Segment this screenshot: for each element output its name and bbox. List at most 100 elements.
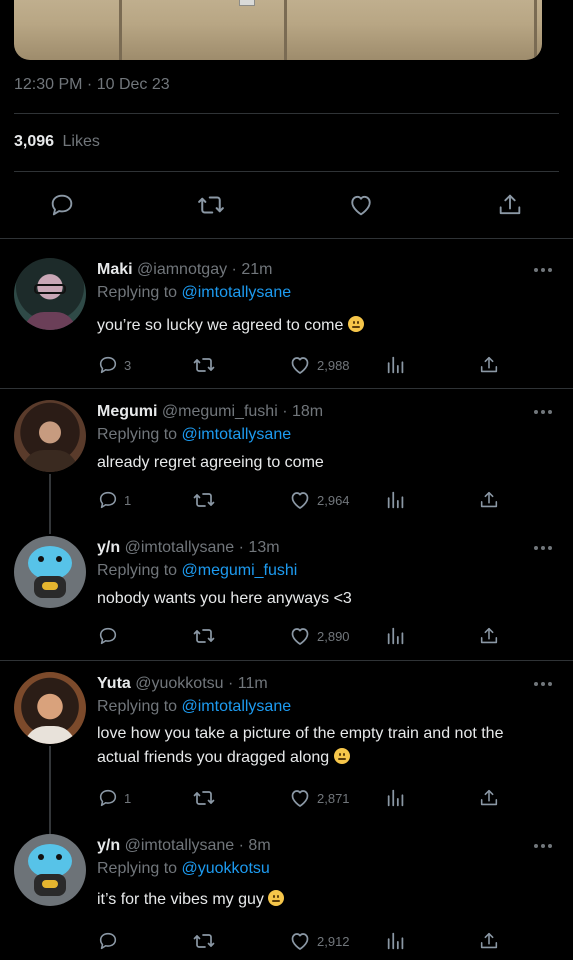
reply-button[interactable] [97,929,124,953]
share-button[interactable] [478,488,500,512]
like-button[interactable]: 2,890 [288,624,350,648]
divider [14,113,559,114]
more-options-icon[interactable] [533,679,553,689]
reply-icon[interactable] [47,190,77,220]
retweet-icon [193,791,215,805]
share-icon [480,356,498,373]
reply-author-meta: @yuokkotsu · 11m [135,675,268,692]
retweet-button[interactable] [192,624,216,648]
views-button[interactable] [385,929,407,953]
like-count: 2,912 [317,933,350,949]
like-button[interactable]: 2,912 [288,929,350,953]
reply-text: already regret agreeing to come [97,454,324,471]
retweet-icon [193,934,215,948]
reply-button[interactable]: 1 [97,488,131,512]
retweet-icon[interactable] [196,190,226,220]
more-options-icon[interactable] [533,265,553,275]
share-button[interactable] [478,353,500,377]
bar-chart-icon [387,789,404,807]
reply-tweet[interactable]: Megumi @megumi_fushi · 18m Replying to @… [0,388,573,534]
share-icon [480,932,498,949]
reply-button[interactable]: 3 [97,353,131,377]
replying-to-handle[interactable]: @imtotallysane [182,284,292,301]
avatar[interactable] [14,672,86,744]
more-options-icon[interactable] [533,407,553,417]
more-options-icon[interactable] [533,543,553,553]
retweet-icon [193,629,215,643]
like-button[interactable]: 2,871 [288,786,350,810]
avatar[interactable] [14,400,86,472]
replying-to-handle[interactable]: @imtotallysane [182,426,292,443]
tweet-media-image[interactable] [14,0,542,60]
replying-to-handle[interactable]: @megumi_fushi [182,562,298,579]
bar-chart-icon [387,932,404,950]
reply-icon [99,491,117,509]
like-count: 2,871 [317,790,350,806]
reply-count: 1 [124,790,132,806]
reply-author-name[interactable]: y/n [97,539,120,556]
reply-count: 1 [124,492,132,508]
avatar[interactable] [14,834,86,906]
views-button[interactable] [385,488,407,512]
reply-tweet[interactable]: Yuta @yuokkotsu · 11m Replying to @imtot… [0,660,573,836]
reply-text: you’re so lucky we agreed to come [97,317,344,334]
reply-tweet[interactable]: Maki @iamnotgay · 21m Replying to @imtot… [0,238,573,388]
share-icon [480,491,498,508]
like-count: 2,988 [317,357,350,373]
more-options-icon[interactable] [533,841,553,851]
retweet-button[interactable] [192,786,216,810]
divider [14,171,559,172]
heart-icon [291,357,309,374]
bar-chart-icon [387,356,404,374]
reply-tweet[interactable]: y/n @imtotallysane · 13m Replying to @me… [0,524,573,660]
views-button[interactable] [385,624,407,648]
reply-button[interactable] [97,624,124,648]
avatar[interactable] [14,258,86,330]
reply-author-meta: @imtotallysane · 13m [124,539,280,556]
share-icon [480,627,498,644]
unamused-face-emoji [268,890,285,906]
replying-to-label: Replying to [97,698,178,715]
reply-author-name[interactable]: Megumi [97,403,157,420]
views-button[interactable] [385,786,407,810]
reply-action-bar: 3 2,988 [97,353,573,377]
like-button[interactable]: 2,964 [288,488,350,512]
reply-icon [99,932,117,950]
reply-text: love how you take a picture of the empty… [97,725,504,766]
avatar[interactable] [14,536,86,608]
reply-button[interactable]: 1 [97,786,131,810]
likes-count-row[interactable]: 3,096 Likes [14,133,100,151]
heart-icon [291,933,309,950]
reply-author-meta: @iamnotgay · 21m [137,261,273,278]
bar-chart-icon [387,627,404,645]
reply-tweet[interactable]: y/n @imtotallysane · 8m Replying to @yuo… [0,822,573,960]
share-button[interactable] [478,929,500,953]
share-button[interactable] [478,624,500,648]
replying-to-label: Replying to [97,562,178,579]
retweet-button[interactable] [192,353,216,377]
reply-action-bar: 2,890 [97,624,573,648]
retweet-button[interactable] [192,929,216,953]
share-button[interactable] [478,786,500,810]
heart-icon [291,492,309,509]
reply-icon [99,356,117,374]
views-button[interactable] [385,353,407,377]
reply-author-meta: @megumi_fushi · 18m [161,403,324,420]
replying-to-handle[interactable]: @imtotallysane [182,698,292,715]
expressionless-face-emoji [333,748,350,764]
share-icon[interactable] [495,190,525,220]
like-button[interactable]: 2,988 [288,353,350,377]
likes-count: 3,096 [14,133,55,150]
replying-to-handle[interactable]: @yuokkotsu [182,860,270,877]
reply-author-name[interactable]: y/n [97,837,120,854]
like-count: 2,964 [317,492,350,508]
reply-author-name[interactable]: Yuta [97,675,131,692]
share-icon [480,789,498,806]
retweet-button[interactable] [192,488,216,512]
neutral-face-emoji [347,316,364,332]
reply-author-name[interactable]: Maki [97,261,133,278]
like-icon[interactable] [346,190,376,220]
reply-author-meta: @imtotallysane · 8m [124,837,271,854]
reply-action-bar: 2,912 [97,929,573,953]
reply-text: it’s for the vibes my guy [97,891,264,908]
